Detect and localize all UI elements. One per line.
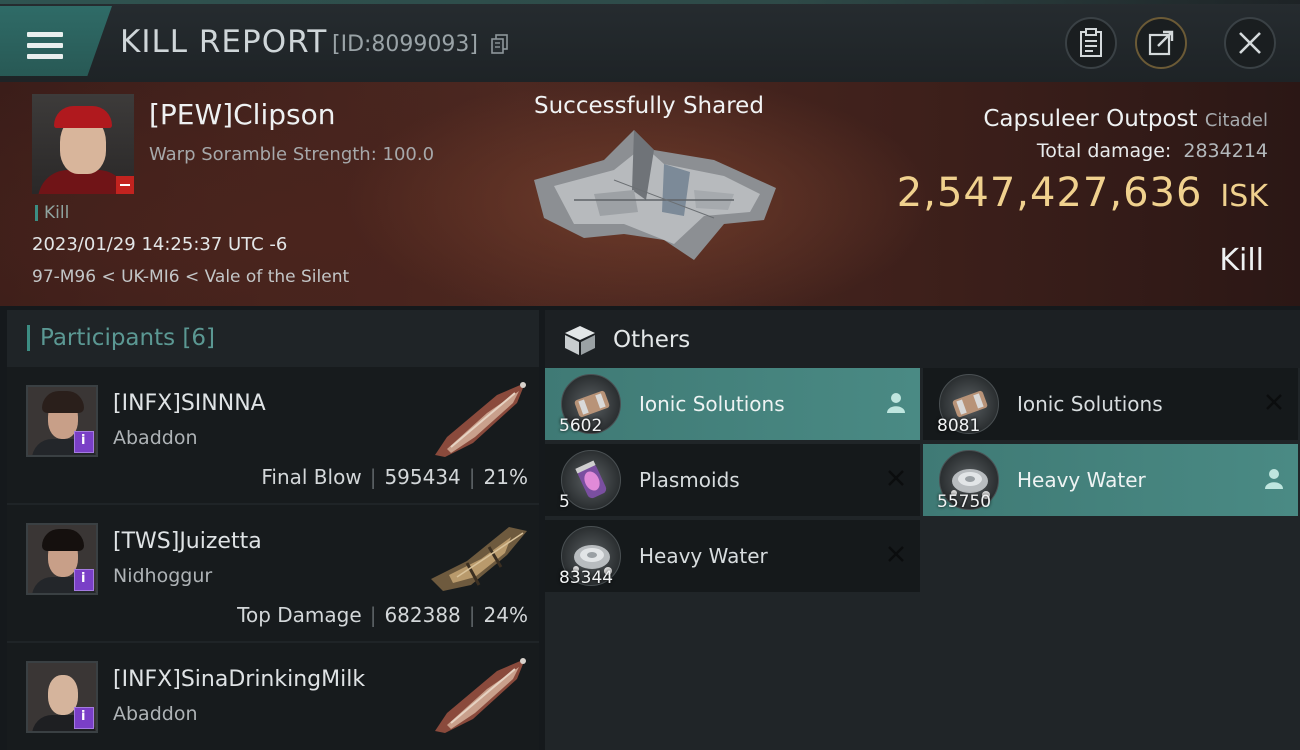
participant-row[interactable]: [INFX]SINNNA Abaddon Final Blow|595434|2… — [7, 367, 539, 503]
participant-ship: Abaddon — [113, 703, 198, 725]
participants-label: Participants — [40, 325, 176, 351]
victim-ship-class: Citadel — [1204, 110, 1268, 131]
total-damage-label: Total damage: — [1036, 140, 1172, 162]
share-button[interactable] — [1135, 17, 1187, 69]
others-header: Others — [545, 310, 1300, 368]
item-quantity: 5602 — [559, 416, 603, 436]
person-icon — [887, 393, 905, 413]
isk-unit: ISK — [1220, 179, 1268, 214]
participant-stats: Top Damage | 682388 | 24% — [237, 603, 528, 627]
dropped-x-icon — [888, 546, 904, 562]
item-name: Ionic Solutions — [639, 392, 785, 416]
corp-info-icon — [74, 431, 94, 453]
abaddon-ship-icon — [435, 382, 526, 457]
total-damage-value: 2834214 — [1183, 140, 1268, 162]
corp-info-icon — [74, 707, 94, 729]
cargo-box-icon — [565, 326, 595, 355]
participants-count: [6] — [182, 325, 216, 351]
item-tile[interactable]: 5 Plasmoids — [545, 444, 920, 516]
nidhoggur-ship-icon — [431, 527, 527, 591]
report-id: [ID:8099093] — [332, 32, 478, 57]
total-damage: Total damage: 2834214 — [1037, 140, 1268, 162]
participant-percent: 21% — [483, 465, 528, 489]
close-button[interactable] — [1224, 17, 1276, 69]
participant-tag: Final Blow — [261, 465, 362, 489]
victim-ship[interactable]: Capsuleer Outpost Citadel — [983, 106, 1268, 132]
copy-icon[interactable] — [491, 34, 509, 54]
participant-ship: Nidhoggur — [113, 565, 213, 587]
kill-datetime: 2023/01/29 14:25:37 UTC -6 — [32, 234, 288, 255]
kill-tag: Kill — [35, 205, 69, 222]
clipboard-icon — [1080, 28, 1102, 57]
header-bar: KILL REPORT [ID:8099093] — [0, 0, 1300, 82]
others-panel: Others 5602 Ionic Solutions 8081 Ionic S… — [545, 310, 1300, 750]
share-status: Successfully Shared — [534, 93, 764, 119]
share-external-icon — [1148, 30, 1174, 56]
victim-name[interactable]: [PEW]Clipson — [149, 98, 335, 131]
isk-value-row: 2,547,427,636 ISK — [897, 170, 1268, 216]
item-quantity: 55750 — [937, 492, 992, 512]
menu-button[interactable] — [0, 6, 112, 76]
item-quantity: 8081 — [937, 416, 981, 436]
person-icon — [1265, 469, 1283, 489]
negative-security-icon — [116, 176, 134, 194]
participant-ship: Abaddon — [113, 427, 198, 449]
participants-header: Participants [6] — [27, 325, 215, 351]
item-tile[interactable]: 5602 Ionic Solutions — [545, 368, 920, 440]
kill-location[interactable]: 97-M96 < UK-MI6 < Vale of the Silent — [32, 267, 349, 287]
participant-name: [INFX]SinaDrinkingMilk — [113, 667, 366, 692]
participant-name: [INFX]SINNNA — [113, 391, 266, 416]
result-label: Kill — [1219, 243, 1264, 278]
item-tile[interactable]: 83344 Heavy Water — [545, 520, 920, 592]
item-name: Ionic Solutions — [1017, 392, 1163, 416]
close-icon — [1239, 32, 1261, 54]
item-name: Heavy Water — [639, 544, 768, 568]
item-quantity: 5 — [559, 492, 570, 512]
participant-stats: Final Blow | 595434 | 21% — [261, 465, 528, 489]
victim-ship-render — [534, 130, 776, 260]
clipboard-button[interactable] — [1065, 17, 1117, 69]
item-tile[interactable]: 55750 Heavy Water — [923, 444, 1298, 516]
plasmoid-icon — [561, 450, 621, 510]
participant-tag: Top Damage — [237, 603, 362, 627]
dropped-x-icon — [1266, 394, 1282, 410]
participant-name: [TWS]Juizetta — [113, 529, 262, 554]
participant-row[interactable]: [TWS]Juizetta Nidhoggur Top Damage|68238… — [7, 505, 539, 641]
participant-row[interactable]: [INFX]SinaDrinkingMilk Abaddon — [7, 643, 539, 750]
victim-ship-name: Capsuleer Outpost — [983, 106, 1198, 132]
participant-percent: 24% — [483, 603, 528, 627]
participants-list: [INFX]SINNNA Abaddon Final Blow|595434|2… — [7, 367, 539, 750]
item-name: Plasmoids — [639, 468, 740, 492]
item-tile[interactable]: 8081 Ionic Solutions — [923, 368, 1298, 440]
participant-damage: 682388 — [384, 603, 461, 627]
participant-damage: 595434 — [384, 465, 461, 489]
warp-scramble-strength: Warp Soramble Strength: 100.0 — [149, 144, 435, 165]
others-title: Others — [613, 327, 691, 353]
page-title: KILL REPORT — [120, 24, 328, 60]
dropped-x-icon — [888, 470, 904, 486]
isk-value: 2,547,427,636 — [896, 170, 1203, 216]
corp-info-icon — [74, 569, 94, 591]
hamburger-menu-icon — [27, 32, 63, 60]
item-name: Heavy Water — [1017, 468, 1146, 492]
participants-panel: Participants [6] [INFX]SINNNA Abaddon Fi… — [7, 310, 539, 750]
item-quantity: 83344 — [559, 568, 614, 588]
abaddon-ship-icon — [435, 658, 526, 733]
